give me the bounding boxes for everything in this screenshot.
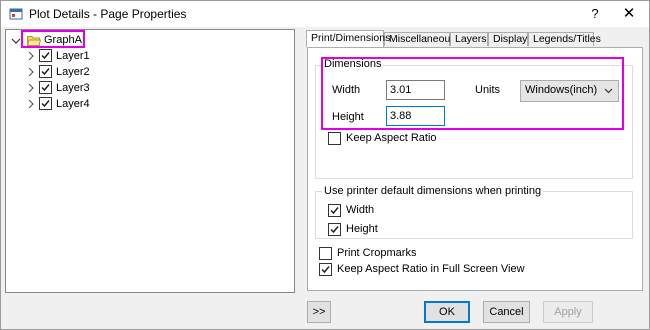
layer3-checkbox[interactable] (39, 81, 52, 94)
tree-item-layer3[interactable]: Layer3 (6, 80, 286, 96)
folder-open-icon (27, 36, 41, 46)
printer-width-box[interactable] (328, 204, 341, 217)
printer-width-label: Width (346, 204, 375, 216)
apply-button[interactable]: Apply (543, 301, 593, 323)
tree-item-layer1[interactable]: Layer1 (6, 48, 286, 64)
chevron-right-icon[interactable] (26, 67, 36, 77)
tree-item-label: Layer3 (56, 82, 90, 94)
chevron-right-icon[interactable] (26, 99, 36, 109)
keep-aspect-fullscreen-box[interactable] (319, 263, 332, 276)
chevron-right-icon[interactable] (26, 83, 36, 93)
height-input[interactable]: 3.88 (386, 106, 445, 126)
tab-print-dimensions[interactable]: Print/Dimensions (306, 30, 390, 47)
width-input[interactable]: 3.01 (386, 80, 445, 100)
tree-item-label: Layer4 (56, 98, 90, 110)
units-label: Units (475, 84, 501, 96)
layer-tree[interactable]: GraphA Layer1 Layer2 Layer3 Layer4 (5, 29, 295, 293)
plot-details-dialog: Plot Details - Page Properties ? ✕ Graph… (0, 0, 650, 330)
tab-miscellaneous[interactable]: Miscellaneous (384, 32, 456, 46)
help-button[interactable]: ? (585, 4, 605, 24)
ok-button[interactable]: OK (424, 301, 470, 323)
tab-legends-titles[interactable]: Legends/Titles (528, 32, 601, 46)
units-select-value: Windows(inch) (525, 84, 598, 96)
chevron-down-icon (604, 88, 613, 94)
print-cropmarks-box[interactable] (319, 247, 332, 260)
tree-root-label: GraphA (44, 34, 82, 46)
chevron-right-icon[interactable] (26, 51, 36, 61)
window-title: Plot Details - Page Properties (29, 7, 187, 21)
layer2-checkbox[interactable] (39, 65, 52, 78)
tree-item-layer4[interactable]: Layer4 (6, 96, 286, 112)
keep-aspect-ratio-box[interactable] (328, 132, 341, 145)
printer-height-label: Height (346, 223, 378, 235)
tree-item-label: Layer1 (56, 50, 90, 62)
chevron-down-icon[interactable] (11, 36, 21, 46)
printer-defaults-group-label: Use printer default dimensions when prin… (322, 185, 544, 197)
layer1-checkbox[interactable] (39, 49, 52, 62)
height-label: Height (332, 111, 364, 123)
tab-display[interactable]: Display (488, 32, 528, 46)
tree-item-label: Layer2 (56, 66, 90, 78)
close-button[interactable]: ✕ (617, 4, 641, 24)
layer4-checkbox[interactable] (39, 97, 52, 110)
printer-height-box[interactable] (328, 223, 341, 236)
tree-root-graph[interactable]: GraphA (44, 32, 82, 48)
keep-aspect-fullscreen-label: Keep Aspect Ratio in Full Screen View (337, 263, 525, 275)
width-label: Width (332, 84, 361, 96)
tab-layers[interactable]: Layers (450, 32, 488, 46)
tree-item-layer2[interactable]: Layer2 (6, 64, 286, 80)
cancel-button[interactable]: Cancel (483, 301, 530, 323)
app-window-icon (9, 8, 23, 20)
title-bar: Plot Details - Page Properties ? ✕ (1, 1, 649, 27)
units-select[interactable]: Windows(inch) (520, 80, 619, 102)
collapse-panel-button[interactable]: >> (307, 301, 331, 323)
keep-aspect-ratio-label: Keep Aspect Ratio (346, 132, 437, 144)
print-cropmarks-label: Print Cropmarks (337, 247, 417, 259)
